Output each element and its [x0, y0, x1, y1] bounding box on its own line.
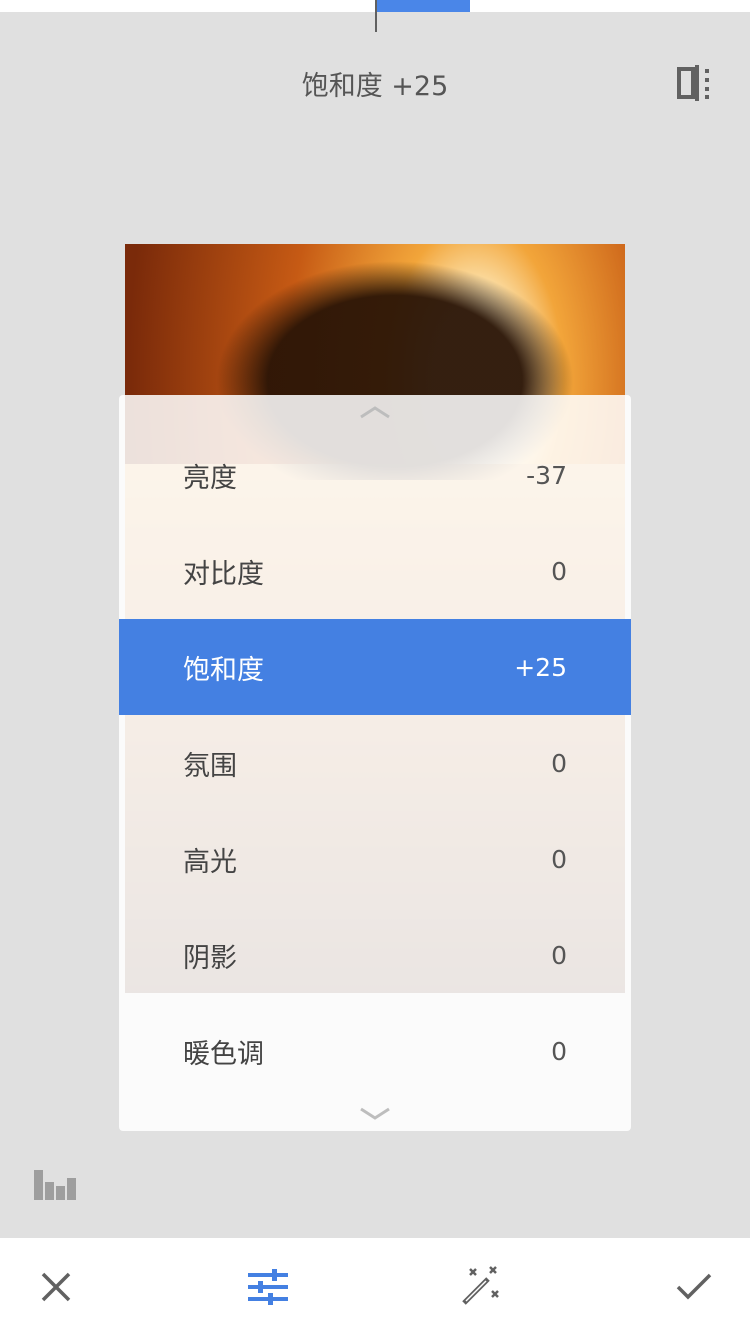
tune-sliders-icon	[248, 1269, 288, 1305]
menu-item-value: 0	[551, 748, 567, 778]
menu-item-saturation[interactable]: 饱和度 +25	[119, 619, 631, 715]
menu-item-label: 氛围	[183, 750, 237, 782]
histogram-icon	[34, 1170, 76, 1200]
checkmark-icon	[676, 1273, 712, 1300]
adjustment-menu: 亮度 -37 对比度 0 饱和度 +25 氛围 0 高光 0 阴影 0 暖色调 …	[119, 395, 631, 1131]
histogram-button[interactable]	[34, 1164, 78, 1200]
cancel-button[interactable]	[29, 1260, 83, 1314]
page-title: 饱和度 +25	[301, 71, 449, 102]
menu-item-brightness[interactable]: 亮度 -37	[119, 427, 631, 523]
menu-item-value: 0	[551, 556, 567, 586]
menu-item-label: 亮度	[183, 462, 237, 494]
scroll-down-button[interactable]	[119, 1099, 631, 1129]
apply-button[interactable]	[667, 1260, 721, 1314]
menu-item-label: 高光	[183, 846, 237, 878]
tune-button[interactable]	[241, 1260, 295, 1314]
menu-item-value: +25	[514, 652, 567, 682]
auto-enhance-button[interactable]	[453, 1260, 507, 1314]
menu-item-ambience[interactable]: 氛围 0	[119, 715, 631, 811]
menu-item-label: 阴影	[183, 942, 237, 974]
menu-item-highlights[interactable]: 高光 0	[119, 811, 631, 907]
scroll-up-button[interactable]	[119, 397, 631, 427]
compare-button[interactable]	[672, 60, 718, 106]
menu-item-value: 0	[551, 1036, 567, 1066]
menu-item-label: 饱和度	[183, 654, 264, 686]
magic-wand-icon	[462, 1266, 499, 1305]
compare-split-icon	[677, 65, 709, 101]
menu-item-value: 0	[551, 844, 567, 874]
menu-item-shadows[interactable]: 阴影 0	[119, 907, 631, 1003]
top-indicator	[376, 0, 470, 12]
chevron-down-icon	[360, 1107, 390, 1120]
menu-item-value: -37	[526, 460, 567, 490]
bottom-toolbar	[0, 1238, 750, 1334]
menu-item-value: 0	[551, 940, 567, 970]
menu-item-contrast[interactable]: 对比度 0	[119, 523, 631, 619]
top-indicator-line	[375, 0, 377, 32]
close-icon	[41, 1272, 71, 1302]
menu-item-label: 暖色调	[183, 1038, 264, 1070]
menu-item-warmth[interactable]: 暖色调 0	[119, 1003, 631, 1099]
menu-item-label: 对比度	[183, 558, 264, 590]
chevron-up-icon	[360, 406, 390, 419]
